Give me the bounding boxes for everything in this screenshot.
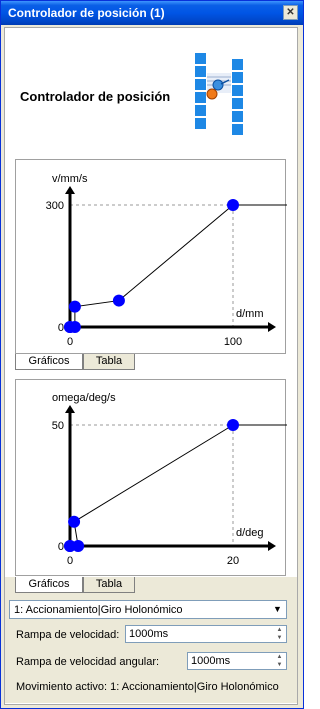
data-point-4	[112, 294, 125, 307]
x-axis-arrow	[268, 322, 276, 332]
data-point-5	[227, 199, 239, 211]
speed-ramp-spin-buttons: ▲ ▼	[273, 626, 286, 642]
y-axis-arrow	[65, 186, 75, 194]
angular-ramp-spinner[interactable]: 1000ms ▲ ▼	[187, 652, 287, 670]
data-point-4	[227, 419, 239, 431]
angular-ramp-label: Rampa de velocidad angular:	[16, 656, 160, 668]
spin-up-icon[interactable]: ▲	[273, 653, 286, 661]
speed-ramp-spinner[interactable]: 1000ms ▲ ▼	[125, 625, 287, 643]
spin-down-icon[interactable]: ▼	[273, 634, 286, 642]
movement-select-value: 1: Accionamiento|Giro Holonómico	[14, 604, 183, 616]
movement-select[interactable]: 1: Accionamiento|Giro Holonómico ▼	[9, 600, 287, 619]
angular-ramp-input[interactable]: 1000ms	[191, 655, 230, 667]
angular-chart: 50 00 20 omega/deg/s d/deg	[52, 392, 287, 567]
data-point-3	[68, 515, 81, 528]
y-axis-label: omega/deg/s	[52, 392, 116, 404]
x-tick-label-0: 0	[67, 336, 73, 348]
title-bar[interactable]: Controlador de posición (1) ✕	[1, 1, 303, 25]
angular-chart-tabs: Gráficos Tabla	[15, 577, 286, 593]
data-point-2	[72, 540, 85, 552]
speed-ramp-label: Rampa de velocidad:	[16, 629, 120, 641]
tab-graficos-1[interactable]: Gráficos	[15, 354, 83, 370]
velocity-chart-tabs: Gráficos Tabla	[15, 354, 286, 370]
status-text: Movimiento activo: 1: Accionamiento|Giro…	[16, 681, 279, 693]
velocity-chart-panel[interactable]: 300 0 0 100 v/mm/s d/mm	[15, 159, 287, 354]
tab-graficos-2[interactable]: Gráficos	[15, 577, 83, 593]
x-tick-label-max: 20	[227, 555, 239, 567]
angular-chart-panel[interactable]: 50 0 0 20 omega/deg/s d/deg	[15, 379, 287, 576]
velocity-chart: 300 00 100 v/mm/s d/mm	[46, 173, 287, 348]
y-axis-label: v/mm/s	[52, 173, 88, 185]
x-axis-arrow	[268, 541, 276, 551]
x-tick-label-max: 100	[224, 336, 242, 348]
position-controller-icon	[195, 53, 243, 135]
spin-up-icon[interactable]: ▲	[273, 626, 286, 634]
y-tick-label-0: 0	[58, 322, 64, 334]
y-axis-arrow	[65, 405, 75, 413]
x-axis-label: d/mm	[236, 308, 264, 320]
x-axis-label: d/deg	[236, 527, 264, 539]
angular-ramp-spin-buttons: ▲ ▼	[273, 653, 286, 669]
series-line	[70, 204, 234, 328]
series-line	[70, 424, 234, 547]
y-tick-label-max: 50	[52, 420, 64, 432]
data-point-2	[68, 321, 81, 333]
tab-tabla-2[interactable]: Tabla	[83, 577, 135, 593]
speed-ramp-input[interactable]: 1000ms	[129, 628, 168, 640]
y-tick-label-0: 0	[58, 541, 64, 553]
page-title: Controlador de posición	[20, 89, 171, 104]
window-title: Controlador de posición (1)	[8, 6, 165, 20]
x-tick-label-0: 0	[67, 555, 73, 567]
data-point-3	[68, 300, 81, 313]
close-button[interactable]: ✕	[283, 5, 298, 20]
y-tick-label-max: 300	[46, 200, 64, 212]
tab-tabla-1[interactable]: Tabla	[83, 354, 135, 370]
chevron-down-icon[interactable]: ▼	[270, 602, 285, 617]
spin-down-icon[interactable]: ▼	[273, 661, 286, 669]
